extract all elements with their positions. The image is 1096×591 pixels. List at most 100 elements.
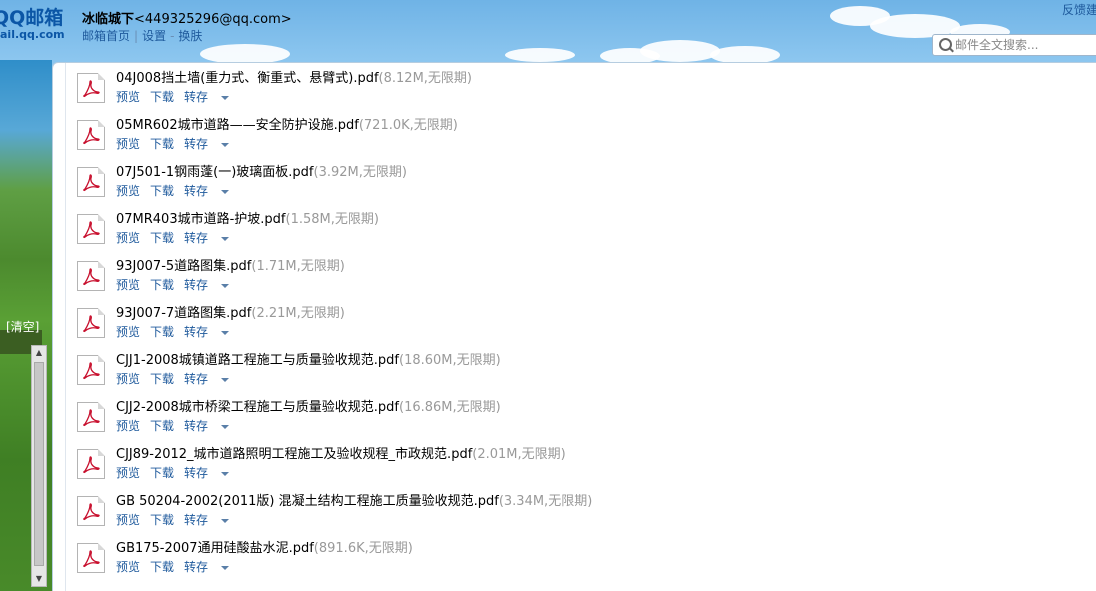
file-size-expiry: (891.6K,无限期) (313, 541, 413, 556)
nav-separator: | (134, 29, 139, 43)
download-link[interactable]: 下载 (150, 466, 174, 480)
file-name: 04J008挡土墙(重力式、衡重式、悬臂式).pdf (116, 71, 379, 86)
attachment-name[interactable]: CJJ89-2012_城市道路照明工程施工及验收规程_市政规范.pdf(2.01… (116, 447, 566, 463)
save-to-drive-menu[interactable]: 转存 (184, 560, 230, 574)
chevron-down-icon (221, 283, 230, 288)
clear-trash-link[interactable]: [清空] (6, 318, 39, 335)
pdf-file-icon (77, 261, 105, 291)
attachment-item: 07MR403城市道路-护坡.pdf(1.58M,无限期) 预览 下载 转存 (77, 212, 1077, 258)
attachment-name[interactable]: 04J008挡土墙(重力式、衡重式、悬臂式).pdf(8.12M,无限期) (116, 71, 472, 87)
attachment-item: 05MR602城市道路——安全防护设施.pdf(721.0K,无限期) 预览 下载… (77, 118, 1077, 164)
save-label: 转存 (184, 231, 209, 245)
chevron-down-icon (221, 142, 230, 147)
save-label: 转存 (184, 513, 209, 527)
attachment-name[interactable]: CJJ1-2008城镇道路工程施工与质量验收规范.pdf(18.60M,无限期) (116, 353, 501, 369)
nav-skin-link[interactable]: 换肤 (178, 29, 202, 43)
save-to-drive-menu[interactable]: 转存 (184, 419, 230, 433)
scroll-down-arrow-icon[interactable]: ▼ (32, 572, 46, 586)
preview-link[interactable]: 预览 (116, 372, 140, 386)
logo-domain: ail.qq.com (0, 28, 65, 41)
scrollbar-thumb[interactable] (34, 362, 44, 566)
save-to-drive-menu[interactable]: 转存 (184, 184, 230, 198)
attachment-actions: 预览 下载 转存 (116, 183, 239, 199)
attachment-actions: 预览 下载 转存 (116, 465, 239, 481)
file-name: 05MR602城市道路——安全防护设施.pdf (116, 118, 359, 133)
nav-settings-link[interactable]: 设置 (142, 29, 166, 43)
qq-mail-logo[interactable]: QQ邮箱 ail.qq.com (0, 6, 65, 41)
save-to-drive-menu[interactable]: 转存 (184, 137, 230, 151)
preview-link[interactable]: 预览 (116, 231, 140, 245)
logo-title: QQ邮箱 (0, 7, 64, 29)
preview-link[interactable]: 预览 (116, 278, 140, 292)
preview-link[interactable]: 预览 (116, 325, 140, 339)
chevron-down-icon (221, 424, 230, 429)
sidebar-scrollbar[interactable]: ▲ ▼ (31, 345, 47, 587)
chevron-down-icon (221, 330, 230, 335)
download-link[interactable]: 下载 (150, 231, 174, 245)
file-name: GB175-2007通用硅酸盐水泥.pdf (116, 541, 314, 556)
attachment-item: CJJ2-2008城市桥梁工程施工与质量验收规范.pdf(16.86M,无限期)… (77, 400, 1077, 446)
chevron-down-icon (221, 377, 230, 382)
download-link[interactable]: 下载 (150, 372, 174, 386)
file-name: 07MR403城市道路-护坡.pdf (116, 212, 286, 227)
search-icon (939, 38, 952, 51)
attachment-actions: 预览 下载 转存 (116, 230, 239, 246)
save-to-drive-menu[interactable]: 转存 (184, 372, 230, 386)
save-to-drive-menu[interactable]: 转存 (184, 231, 230, 245)
save-label: 转存 (184, 278, 209, 292)
download-link[interactable]: 下载 (150, 278, 174, 292)
file-name: CJJ89-2012_城市道路照明工程施工及验收规程_市政规范.pdf (116, 447, 473, 462)
attachment-actions: 预览 下载 转存 (116, 418, 239, 434)
feedback-link[interactable]: 反馈建 (1062, 1, 1096, 18)
attachment-name[interactable]: 07MR403城市道路-护坡.pdf(1.58M,无限期) (116, 212, 379, 228)
file-name: 93J007-7道路图集.pdf (116, 306, 252, 321)
attachment-name[interactable]: 93J007-7道路图集.pdf(2.21M,无限期) (116, 306, 345, 322)
top-nav: 邮箱首页 | 设置 - 换肤 (82, 27, 202, 44)
preview-link[interactable]: 预览 (116, 466, 140, 480)
attachment-name[interactable]: 07J501-1钢雨蓬(一)玻璃面板.pdf(3.92M,无限期) (116, 165, 407, 181)
attachment-name[interactable]: 93J007-5道路图集.pdf(1.71M,无限期) (116, 259, 345, 275)
pdf-file-icon (77, 355, 105, 385)
download-link[interactable]: 下载 (150, 325, 174, 339)
file-size-expiry: (8.12M,无限期) (378, 71, 472, 86)
preview-link[interactable]: 预览 (116, 513, 140, 527)
user-name: 冰临城下 (82, 12, 135, 27)
attachment-actions: 预览 下载 转存 (116, 89, 239, 105)
save-to-drive-menu[interactable]: 转存 (184, 90, 230, 104)
pdf-file-icon (77, 496, 105, 526)
search-input[interactable] (955, 37, 1095, 53)
download-link[interactable]: 下载 (150, 137, 174, 151)
pdf-file-icon (77, 308, 105, 338)
search-box[interactable] (932, 34, 1096, 56)
pdf-file-icon (77, 543, 105, 573)
attachment-name[interactable]: GB 50204-2002(2011版) 混凝土结构工程施工质量验收规范.pdf… (116, 494, 592, 510)
save-label: 转存 (184, 184, 209, 198)
save-label: 转存 (184, 372, 209, 386)
preview-link[interactable]: 预览 (116, 90, 140, 104)
scroll-up-arrow-icon[interactable]: ▲ (32, 346, 46, 360)
preview-link[interactable]: 预览 (116, 560, 140, 574)
pdf-file-icon (77, 214, 105, 244)
file-size-expiry: (2.21M,无限期) (251, 306, 345, 321)
attachment-name[interactable]: CJJ2-2008城市桥梁工程施工与质量验收规范.pdf(16.86M,无限期) (116, 400, 501, 416)
attachment-item: CJJ89-2012_城市道路照明工程施工及验收规程_市政规范.pdf(2.01… (77, 447, 1077, 493)
save-to-drive-menu[interactable]: 转存 (184, 325, 230, 339)
download-link[interactable]: 下载 (150, 513, 174, 527)
save-to-drive-menu[interactable]: 转存 (184, 278, 230, 292)
file-size-expiry: (2.01M,无限期) (472, 447, 566, 462)
preview-link[interactable]: 预览 (116, 184, 140, 198)
file-size-expiry: (16.86M,无限期) (399, 400, 501, 415)
save-label: 转存 (184, 419, 209, 433)
download-link[interactable]: 下载 (150, 560, 174, 574)
nav-home-link[interactable]: 邮箱首页 (82, 29, 130, 43)
download-link[interactable]: 下载 (150, 90, 174, 104)
attachment-name[interactable]: 05MR602城市道路——安全防护设施.pdf(721.0K,无限期) (116, 118, 458, 134)
preview-link[interactable]: 预览 (116, 137, 140, 151)
file-name: 93J007-5道路图集.pdf (116, 259, 252, 274)
save-to-drive-menu[interactable]: 转存 (184, 466, 230, 480)
attachment-name[interactable]: GB175-2007通用硅酸盐水泥.pdf(891.6K,无限期) (116, 541, 413, 557)
download-link[interactable]: 下载 (150, 184, 174, 198)
save-to-drive-menu[interactable]: 转存 (184, 513, 230, 527)
download-link[interactable]: 下载 (150, 419, 174, 433)
preview-link[interactable]: 预览 (116, 419, 140, 433)
